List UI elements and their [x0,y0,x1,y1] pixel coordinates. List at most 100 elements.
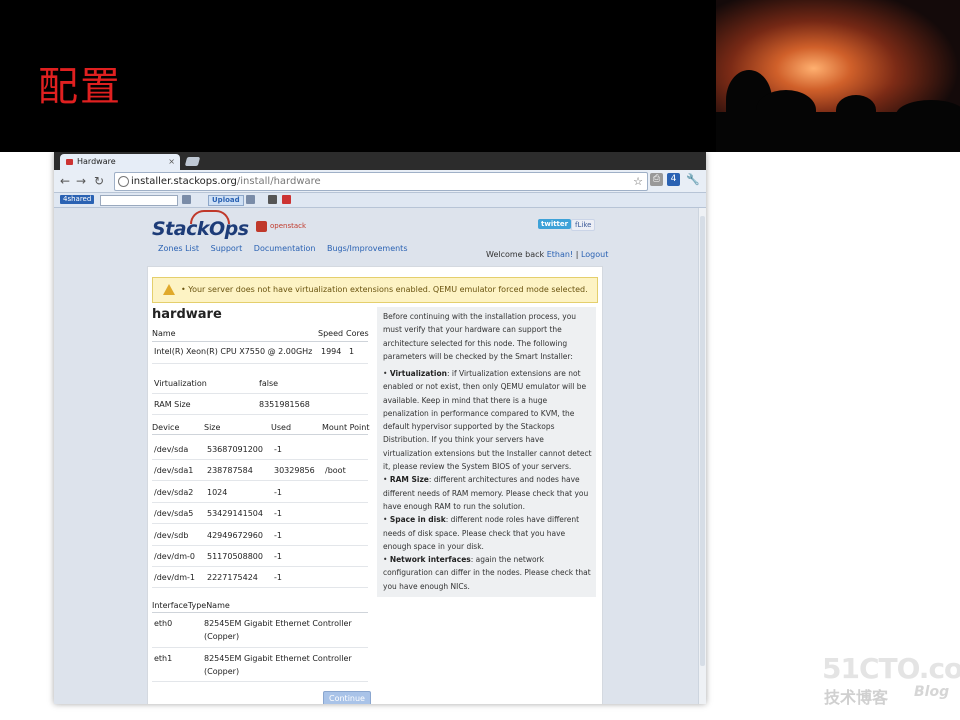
url-path: /install/hardware [236,176,321,187]
disk-device: /dev/dm-0 [154,552,195,561]
bookmark-icon-2[interactable] [246,195,255,204]
disk-device: /dev/sda1 [154,466,194,475]
warning-text: • Your server does not have virtualizati… [181,285,588,294]
nav-zones-list[interactable]: Zones List [158,244,199,253]
site-header: StackOps openstack twitter fLike Zones L… [54,208,698,272]
bookmark-star-icon[interactable]: ☆ [633,173,643,190]
extension-icon[interactable]: ⎙ [650,173,663,186]
disk-size: 238787584 [207,466,253,475]
bookmark-icon-1[interactable] [182,195,191,204]
disk-used: -1 [274,445,282,454]
address-bar[interactable]: installer.stackops.org/install/hardware … [114,172,648,191]
disk-used: -1 [274,531,282,540]
url-host: installer.stackops.org [131,176,237,187]
facebook-like-button[interactable]: fLike [571,219,596,231]
disk-size: 42949672960 [207,531,263,540]
scrollbar[interactable] [698,208,706,704]
iface-type: 82545EM Gigabit Ethernet Controller [204,619,352,628]
nav-support[interactable]: Support [211,244,243,253]
disk-size: 51170508800 [207,552,263,561]
disk-used: -1 [274,573,282,582]
col-header-device: Device [152,423,180,432]
disk-size: 53429141504 [207,509,263,518]
warning-icon [163,284,175,295]
iface-header: InterfaceTypeName [152,601,230,610]
bookmark-icon-4[interactable] [282,195,291,204]
bookmark-search-field[interactable] [100,195,178,206]
back-icon[interactable]: ← [60,172,70,190]
browser-window: Hardware × ← → ↻ installer.stackops.org/… [54,152,706,704]
col-header-speed: Speed [318,329,344,338]
disk-size: 1024 [207,488,228,497]
watermark: 51CTO.com [822,652,960,685]
info-item: • Virtualization: if Virtualization exte… [383,369,592,472]
nav-documentation[interactable]: Documentation [254,244,316,253]
page-viewport: StackOps openstack twitter fLike Zones L… [54,208,698,704]
disk-size: 2227175424 [207,573,258,582]
user-link[interactable]: Ethan! [547,250,573,259]
bookmark-icon-3[interactable] [268,195,277,204]
ram-label: RAM Size [154,400,191,409]
upload-button[interactable]: Upload [208,195,244,206]
slide-title: 配置 [38,64,122,110]
col-header-mount: Mount Point [322,423,370,432]
slide-header: 配置 [0,0,960,152]
continue-button[interactable]: Continue [323,691,371,704]
disk-mount: /boot [325,466,346,475]
iface-name: eth0 [154,619,173,628]
wrench-icon[interactable]: 🔧 [686,173,700,186]
info-item: • Space in disk: different node roles ha… [383,515,580,551]
top-nav: Zones List Support Documentation Bugs/Im… [158,244,416,253]
reload-icon[interactable]: ↻ [94,172,104,190]
watermark-blog: Blog [914,684,950,700]
ram-value: 8351981568 [259,400,310,409]
stackops-logo[interactable]: StackOps [152,210,249,240]
openstack-logo[interactable]: openstack [256,220,306,232]
info-item: • Network interfaces: again the network … [383,555,591,591]
tab-strip: Hardware × [54,152,706,170]
watermark-sub: 技术博客 [824,688,889,707]
iface-type: 82545EM Gigabit Ethernet Controller [204,654,352,663]
tab-label: Hardware [77,157,116,166]
favicon-icon [66,159,73,165]
warning-banner: • Your server does not have virtualizati… [152,277,598,303]
tab-hardware[interactable]: Hardware × [60,154,180,170]
disk-device: /dev/sda [154,445,189,454]
col-header-name: Name [152,329,176,338]
disk-device: /dev/sda5 [154,509,194,518]
disk-device: /dev/dm-1 [154,573,195,582]
info-item: • RAM Size: different architectures and … [383,475,589,511]
col-header-cores: Cores [346,329,369,338]
col-header-size: Size [204,423,221,432]
iface-type-2: (Copper) [204,632,240,641]
virtualization-label: Virtualization [154,379,207,388]
disk-used: 30329856 [274,466,315,475]
tab-close-icon[interactable]: × [168,154,175,170]
logout-link[interactable]: Logout [581,250,608,259]
info-list: • Virtualization: if Virtualization exte… [383,367,595,593]
4shared-logo[interactable]: 4shared [60,195,95,204]
disk-device: /dev/sda2 [154,488,194,497]
new-tab-button[interactable] [184,157,201,166]
disk-used: -1 [274,488,282,497]
scroll-thumb[interactable] [700,216,705,666]
welcome-text: Welcome back Ethan! | Logout [486,250,609,259]
cpu-name: Intel(R) Xeon(R) CPU X7550 @ 2.00GHz [154,347,313,356]
info-panel: Before continuing with the installation … [377,307,596,597]
globe-icon [118,176,129,187]
section-title: hardware [152,307,222,322]
disk-used: -1 [274,552,282,561]
hardware-card: • Your server does not have virtualizati… [147,266,603,704]
sunset-photo [716,0,960,152]
iface-name: eth1 [154,654,173,663]
forward-icon[interactable]: → [76,172,86,190]
4shared-icon[interactable]: 4 [667,173,680,186]
disk-size: 53687091200 [207,445,263,454]
disk-used: -1 [274,509,282,518]
nav-bugs[interactable]: Bugs/Improvements [327,244,407,253]
disk-device: /dev/sdb [154,531,189,540]
cpu-cores: 1 [349,347,355,356]
twitter-button[interactable]: twitter [538,219,572,229]
cpu-speed: 1994 [321,347,342,356]
info-intro: Before continuing with the installation … [383,312,577,361]
